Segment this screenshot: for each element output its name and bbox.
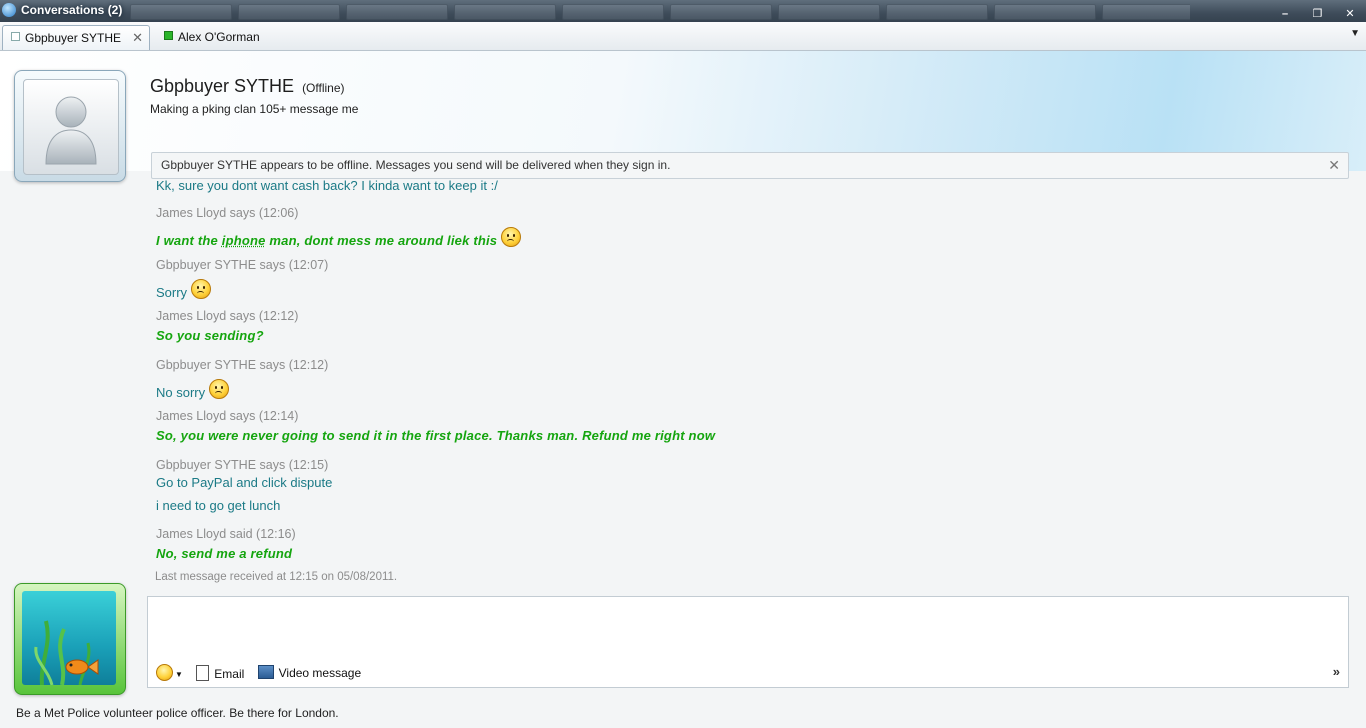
tab-list-dropdown-icon[interactable]: ▼ [1350,28,1360,39]
sad-emoticon-icon [209,379,230,399]
conversation-history[interactable]: Kk, sure you dont want cash back? I kind… [155,178,1346,588]
video-message-button[interactable]: Video message [257,665,362,680]
video-icon [257,665,274,679]
message-line: So, you were never going to send it in t… [156,428,716,443]
close-icon[interactable]: ✕ [1338,7,1362,21]
offline-notice-text: Gbpbuyer SYTHE appears to be offline. Me… [161,158,671,172]
emoticon-button[interactable]: ▼ [156,664,183,681]
message-text: man, dont mess me around liek this [265,233,498,248]
sad-emoticon-icon [501,227,522,247]
compose-toolbar: ▼ Email Video message [156,664,371,681]
restore-icon[interactable]: ❐ [1306,7,1330,21]
message-header: James Lloyd says (12:06) [156,206,299,220]
minimize-icon[interactable]: – [1273,7,1297,21]
message-header: James Lloyd says (12:12) [156,309,299,323]
expand-toolbar-button[interactable]: » [1333,664,1340,679]
window-titlebar: Conversations (2) – ❐ ✕ [0,0,1366,23]
message-text: No sorry [156,385,206,400]
contact-avatar[interactable] [14,70,126,182]
message-header: James Lloyd says (12:14) [156,409,299,423]
contact-status: (Offline) [302,81,345,95]
message-text: Sorry [156,285,188,300]
message-header: Gbpbuyer SYTHE says (12:12) [156,358,329,372]
message-line: No, send me a refund [156,546,293,561]
emoticon-icon [156,664,173,681]
message-text: I want the [156,233,222,248]
message-header: Gbpbuyer SYTHE says (12:07) [156,258,329,272]
sad-emoticon-icon [191,279,212,299]
email-label: Email [214,666,245,681]
tab-label: Alex O'Gorman [178,30,260,44]
contact-name: Gbpbuyer SYTHE (Offline) [150,76,345,97]
online-status-icon [164,31,173,40]
aquarium-picture [22,591,116,685]
messenger-icon [2,3,16,17]
message-line: Go to PayPal and click dispute [156,475,333,490]
my-display-picture[interactable] [14,583,126,695]
chevron-down-icon: ▼ [175,670,183,679]
video-message-label: Video message [278,666,362,680]
last-message-timestamp: Last message received at 12:15 on 05/08/… [155,571,398,583]
message-compose-area[interactable]: ▼ Email Video message » [147,596,1349,688]
email-doc-icon [196,664,210,681]
contact-name-text: Gbpbuyer SYTHE [150,76,295,96]
ad-banner-text[interactable]: Be a Met Police volunteer police officer… [16,706,339,720]
window-title: Conversations (2) [21,3,123,17]
email-button[interactable]: Email [196,664,245,681]
message-line: i need to go get lunch [156,498,281,513]
tab-gbpbuyer-sythe[interactable]: Gbpbuyer SYTHE ✕ [2,25,150,50]
message-line: I want the iphone man, dont mess me arou… [156,227,522,248]
tab-close-icon[interactable]: ✕ [132,26,143,50]
message-line: No sorry [156,379,230,400]
tab-label: Gbpbuyer SYTHE [25,31,122,45]
offline-notice-bar: Gbpbuyer SYTHE appears to be offline. Me… [151,152,1349,179]
taskbar-strip [130,4,1190,20]
message-header: Gbpbuyer SYTHE says (12:15) [156,458,329,472]
personal-message: Making a pking clan 105+ message me [150,102,359,116]
message-header: James Lloyd said (12:16) [156,527,296,541]
default-user-icon [23,79,119,175]
conversation-icon [11,32,20,41]
message-line: So you sending? [156,328,264,343]
conversation-tabbar: Gbpbuyer SYTHE ✕ Alex O'Gorman [0,22,1366,51]
message-line: Kk, sure you dont want cash back? I kind… [156,178,498,193]
message-text-underlined: iphone [221,233,266,248]
close-notice-icon[interactable]: ✕ [1328,153,1340,178]
message-line: Sorry [156,279,212,300]
tab-alex-ogorman[interactable]: Alex O'Gorman [156,25,356,49]
